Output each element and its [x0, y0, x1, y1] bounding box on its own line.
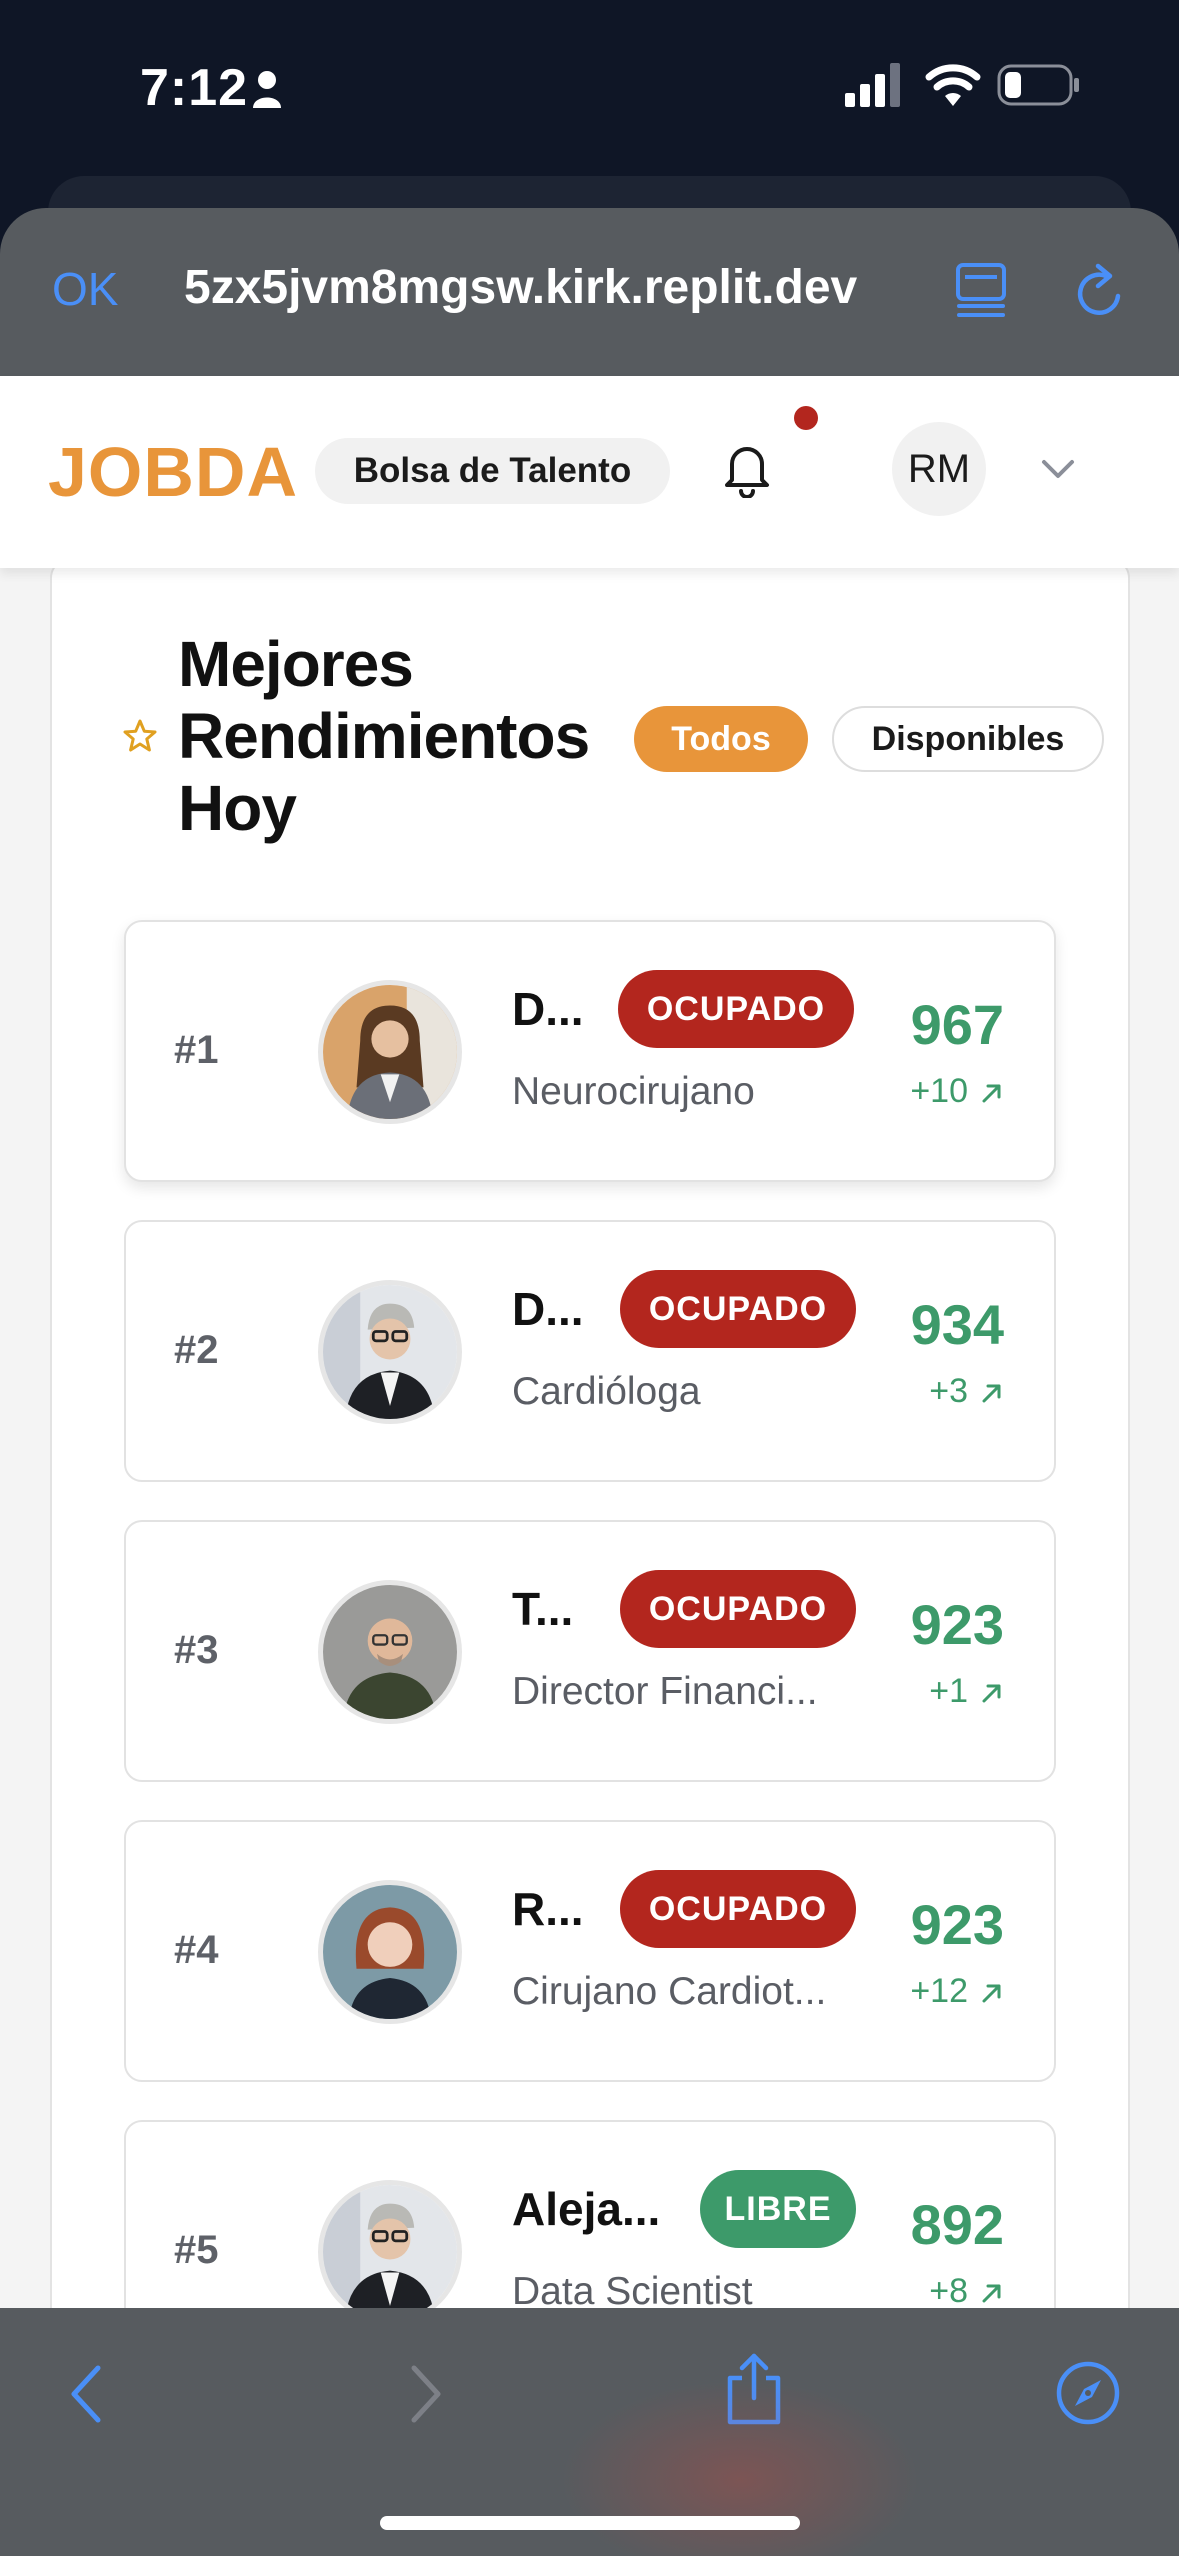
- candidate-name: D...: [512, 1283, 584, 1335]
- logo[interactable]: JOBDA: [48, 432, 298, 512]
- back-icon[interactable]: [66, 2364, 106, 2424]
- person-icon: [253, 71, 281, 108]
- rank-label: #2: [174, 1328, 219, 1372]
- job-title: Data Scientist: [512, 2270, 753, 2308]
- score: 923: [910, 1593, 1004, 1656]
- score-delta: +1: [929, 1672, 1004, 1711]
- delta-value: +10: [910, 1072, 968, 1110]
- chevron-down-icon[interactable]: [1040, 456, 1076, 482]
- status-badge: OCUPADO: [620, 1270, 856, 1348]
- trend-up-icon: [982, 1084, 1001, 1103]
- trend-up-icon: [982, 1984, 1001, 2003]
- status-time: 7:12: [140, 59, 249, 117]
- ranking-card[interactable]: #1 D... OCUPADO Neurocirujano 967 +10: [124, 920, 1056, 1182]
- score-delta: +3: [929, 1372, 1004, 1411]
- wifi-icon: [925, 64, 981, 106]
- filter-all-button[interactable]: Todos: [634, 706, 808, 772]
- status-badge: OCUPADO: [620, 1570, 856, 1648]
- candidate-name: T...: [512, 1583, 574, 1635]
- job-title: Neurocirujano: [512, 1070, 755, 1113]
- main-content[interactable]: Mejores Rendimientos Hoy Todos Disponibl…: [0, 568, 1179, 2308]
- section-title: Mejores Rendimientos Hoy: [178, 628, 590, 844]
- score-delta: +10: [910, 1072, 1004, 1111]
- rank-label: #3: [174, 1628, 219, 1672]
- ok-button[interactable]: OK: [52, 262, 118, 316]
- rank-label: #5: [174, 2228, 219, 2272]
- compass-icon[interactable]: [1055, 2360, 1121, 2426]
- profile-photo: [318, 1580, 462, 1724]
- candidate-name: D...: [512, 983, 584, 1035]
- reload-icon[interactable]: [1072, 262, 1128, 320]
- rank-label: #1: [174, 1028, 219, 1072]
- delta-value: +8: [929, 2272, 968, 2308]
- score: 967: [910, 993, 1004, 1056]
- forward-icon[interactable]: [406, 2364, 446, 2424]
- filter-available-button[interactable]: Disponibles: [832, 706, 1104, 772]
- score: 934: [910, 1293, 1004, 1356]
- rank-label: #4: [174, 1928, 219, 1972]
- signal-icon: [845, 63, 900, 107]
- trend-up-icon: [982, 1384, 1001, 1403]
- score-delta: +8: [929, 2272, 1004, 2308]
- ranking-card[interactable]: #5 Aleja... LIBRE Data Scientist 892 +8: [124, 2120, 1056, 2308]
- ranking-card[interactable]: #4 R... OCUPADO Cirujano Cardiot... 923 …: [124, 1820, 1056, 2082]
- profile-photo: [318, 1280, 462, 1424]
- score: 923: [910, 1893, 1004, 1956]
- status-badge: LIBRE: [700, 2170, 856, 2248]
- url-field[interactable]: 5zx5jvm8mgsw.kirk.replit.dev: [184, 260, 904, 315]
- status-badge: OCUPADO: [620, 1870, 856, 1948]
- delta-value: +1: [929, 1672, 968, 1710]
- profile-photo: [318, 1880, 462, 2024]
- bell-icon[interactable]: [722, 442, 772, 498]
- job-title: Cirujano Cardiot...: [512, 1970, 827, 2013]
- delta-value: +3: [929, 1372, 968, 1410]
- score: 892: [910, 2193, 1004, 2256]
- notification-dot: [794, 406, 818, 430]
- app-header: JOBDA Bolsa de Talento RM: [0, 376, 1179, 568]
- trend-up-icon: [982, 2284, 1001, 2303]
- status-bar: 7:12: [0, 0, 1179, 175]
- job-title: Cardióloga: [512, 1370, 701, 1413]
- ranking-card[interactable]: #3 T... OCUPADO Director Financi... 923 …: [124, 1520, 1056, 1782]
- home-indicator[interactable]: [380, 2516, 800, 2530]
- avatar[interactable]: RM: [892, 422, 986, 516]
- candidate-name: R...: [512, 1883, 584, 1935]
- ranking-card[interactable]: #2 D... OCUPADO Cardióloga 934 +3: [124, 1220, 1056, 1482]
- delta-value: +12: [910, 1972, 968, 2010]
- trend-up-icon: [982, 1684, 1001, 1703]
- star-icon: [123, 719, 157, 752]
- profile-photo: [318, 2180, 462, 2308]
- candidate-name: Aleja...: [512, 2183, 661, 2235]
- score-delta: +12: [910, 1972, 1004, 2011]
- status-badge: OCUPADO: [618, 970, 854, 1048]
- talent-pool-tag[interactable]: Bolsa de Talento: [315, 438, 670, 504]
- battery-icon: [997, 64, 1079, 106]
- job-title: Director Financi...: [512, 1670, 818, 1713]
- profile-photo: [318, 980, 462, 1124]
- reader-mode-icon[interactable]: [955, 262, 1007, 318]
